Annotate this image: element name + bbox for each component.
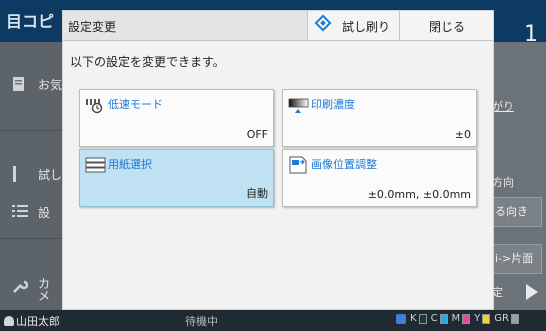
- right-option-box[interactable]: る向き: [490, 197, 542, 227]
- image-position-tile[interactable]: 画像位置調整 ±0.0mm, ±0.0mm: [282, 149, 477, 207]
- left-menu-label: 設: [38, 206, 51, 220]
- copy-counter: 1: [524, 22, 538, 47]
- tile-value: OFF: [246, 128, 268, 141]
- slow-mode-tile[interactable]: 低速モード OFF: [79, 89, 274, 147]
- slow-mode-icon: [85, 96, 107, 114]
- app-title: 目コピ: [6, 12, 55, 31]
- tile-value: ±0: [454, 128, 471, 141]
- close-label: 閉じる: [428, 20, 465, 34]
- tile-label: 印刷濃度: [311, 98, 355, 111]
- left-menu-label: お気: [38, 78, 63, 92]
- ink-y: Y: [474, 313, 491, 324]
- settings-change-dialog: 設定変更 試し刷り 閉じる 以下の設定を変更できます。 低速モード OFF 印刷…: [62, 10, 494, 310]
- tile-label: 用紙選択: [108, 158, 152, 171]
- machine-status: 待機中: [185, 315, 218, 328]
- close-button[interactable]: 閉じる: [399, 11, 493, 40]
- dialog-title: 設定変更: [68, 20, 117, 34]
- user-indicator[interactable]: 山田太郎: [4, 313, 60, 329]
- tile-label: 低速モード: [108, 98, 163, 111]
- ink-icon: [396, 313, 406, 324]
- right-option-box[interactable]: i->片面: [490, 244, 542, 274]
- paper-tray-icon: [85, 156, 107, 173]
- dialog-header: 設定変更 試し刷り 閉じる: [63, 11, 493, 41]
- trial-print-button[interactable]: 試し刷り: [307, 11, 399, 40]
- image-position-icon: [288, 156, 310, 174]
- trial-print-label: 試し刷り: [342, 20, 391, 34]
- left-menu-label: カ メ: [38, 277, 51, 303]
- document-icon: [12, 76, 26, 96]
- wrench-icon: [12, 278, 29, 298]
- tile-value: ±0.0mm, ±0.0mm: [367, 188, 471, 201]
- ink-gr: GR: [494, 313, 519, 324]
- paper-selection-tile[interactable]: 用紙選択 自動: [79, 149, 274, 207]
- thin-bar-icon: [12, 166, 18, 186]
- tile-value: 自動: [246, 187, 268, 200]
- right-item[interactable]: がり: [492, 98, 514, 114]
- ink-c: C: [431, 313, 448, 324]
- right-item: 方向: [492, 176, 514, 189]
- list-icon: [12, 204, 28, 222]
- left-menu: お気 試し 設 カ メ: [0, 42, 62, 310]
- ink-levels: K C M Y GR: [396, 313, 519, 324]
- ink-m: M: [452, 313, 471, 324]
- divider: [0, 130, 62, 131]
- user-icon: [4, 316, 14, 326]
- tile-label: 画像位置調整: [311, 158, 377, 171]
- dialog-description: 以下の設定を変更できます。: [70, 55, 225, 69]
- print-density-icon: [288, 96, 310, 113]
- ink-k: K: [410, 313, 427, 324]
- status-bar: 山田太郎 待機中 K C M Y GR: [0, 310, 546, 331]
- left-menu-label: 試し: [38, 168, 63, 182]
- divider: [0, 238, 62, 239]
- next-arrow-icon[interactable]: [526, 284, 538, 300]
- user-name: 山田太郎: [16, 315, 60, 328]
- print-density-tile[interactable]: 印刷濃度 ±0: [282, 89, 477, 147]
